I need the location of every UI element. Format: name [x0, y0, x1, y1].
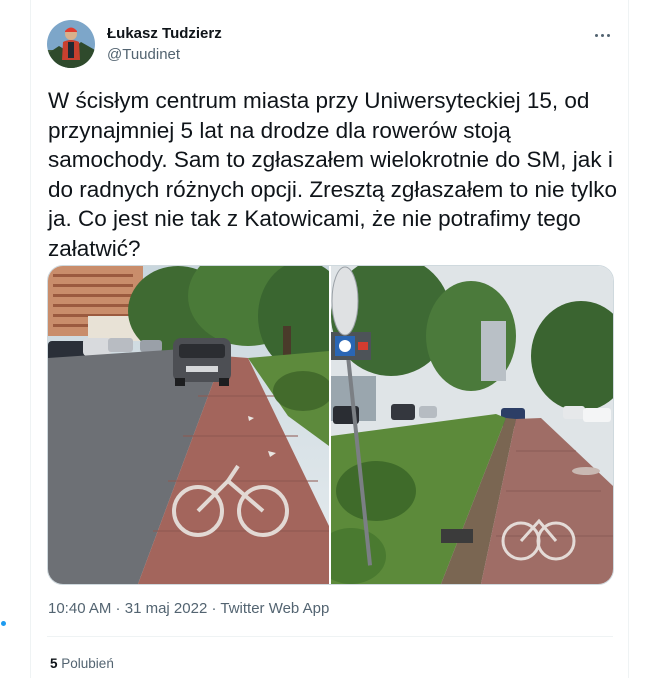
likes-label: Polubień — [61, 656, 114, 671]
tweet-source[interactable]: Twitter Web App — [220, 600, 329, 617]
notification-dot — [1, 621, 6, 626]
author-display-name[interactable]: Łukasz Tudzierz — [107, 25, 222, 42]
meta-separator: · — [207, 600, 221, 617]
avatar[interactable] — [47, 20, 95, 68]
tweet-meta: 10:40 AM · 31 maj 2022 · Twitter Web App — [48, 600, 329, 617]
tweet-date[interactable]: 31 maj 2022 — [125, 600, 208, 617]
likes-count: 5 — [50, 656, 58, 671]
likes-stat[interactable]: 5 Polubień — [50, 656, 114, 671]
column-border — [628, 0, 629, 678]
left-sidebar-edge — [0, 0, 31, 678]
tweet-time[interactable]: 10:40 AM — [48, 600, 111, 617]
photo-right[interactable] — [316, 266, 613, 584]
tweet-media[interactable] — [47, 265, 614, 585]
tweet-text: W ścisłym centrum miasta przy Uniwersyte… — [48, 88, 618, 261]
meta-separator: · — [111, 600, 125, 617]
divider — [47, 636, 613, 637]
more-horizontal-icon[interactable] — [591, 24, 613, 46]
author-handle[interactable]: @Tuudinet — [107, 46, 180, 63]
photo-left[interactable] — [48, 266, 348, 584]
